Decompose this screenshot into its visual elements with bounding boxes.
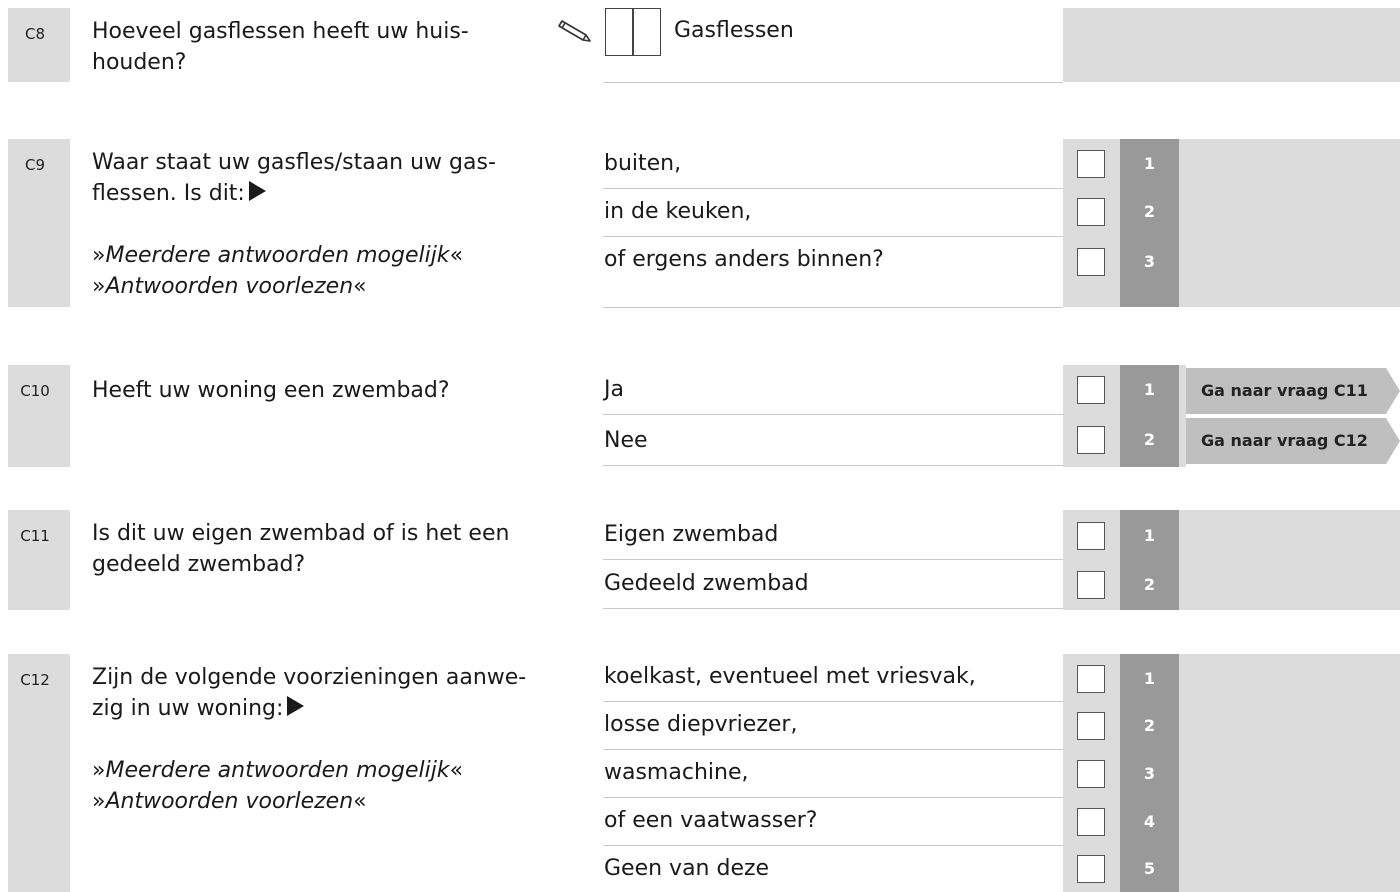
question-text-line: Waar staat uw gasfles/staan uw gas-: [92, 150, 496, 175]
answer-option: in de keuken,: [603, 189, 1063, 237]
question-number: C11: [8, 510, 70, 610]
answer-option: koelkast, eventueel met vriesvak,: [603, 654, 1063, 702]
answer-checkbox[interactable]: [1077, 376, 1105, 404]
interviewer-note: »Meerdere antwoorden mogelijk«: [92, 243, 464, 268]
answer-checkbox[interactable]: [1077, 665, 1105, 693]
play-arrow-icon: [248, 181, 266, 201]
answer-code: 3: [1143, 252, 1156, 271]
question-text-line: Heeft uw woning een zwembad?: [92, 378, 450, 403]
answer-option: Gedeeld zwembad: [603, 561, 1063, 609]
answer-code: 4: [1143, 812, 1156, 831]
coding-panel: [1063, 139, 1400, 307]
answer-checkbox[interactable]: [1077, 808, 1105, 836]
question-text-line: Is dit uw eigen zwembad of is het een: [92, 521, 510, 546]
answer-option: Geen van deze: [604, 856, 770, 881]
interviewer-note: »Antwoorden voorlezen«: [92, 274, 367, 299]
answer-code: 5: [1143, 859, 1156, 878]
answer-code: 2: [1143, 430, 1156, 449]
answer-option: of ergens anders binnen?: [603, 237, 1063, 308]
answer-checkbox[interactable]: [1077, 712, 1105, 740]
answer-option: Eigen zwembad: [603, 512, 1063, 560]
skip-route-label: Ga naar vraag C11: [1186, 368, 1400, 414]
interviewer-note: »Meerdere antwoorden mogelijk«: [92, 758, 464, 783]
count-input-boxes[interactable]: [605, 8, 661, 56]
question-text-line: gedeeld zwembad?: [92, 552, 306, 577]
question-text: Waar staat uw gasfles/staan uw gas- fles…: [92, 147, 562, 302]
answer-code: 1: [1143, 154, 1156, 173]
question-text-line: Zijn de volgende voorzieningen aanwe-: [92, 665, 527, 690]
answer-checkbox[interactable]: [1077, 198, 1105, 226]
answer-checkbox[interactable]: [1077, 855, 1105, 883]
question-number: C10: [8, 365, 70, 467]
question-number: C12: [8, 654, 70, 892]
coding-panel: [1063, 510, 1400, 610]
question-text-line: Hoeveel gasflessen heeft uw huis-: [92, 19, 469, 44]
answer-option: of een vaatwasser?: [603, 798, 1063, 846]
question-number: C8: [8, 8, 70, 82]
pencil-icon: [558, 20, 591, 42]
code-column: [1120, 510, 1179, 610]
answer-option: buiten,: [603, 141, 1063, 189]
answer-code: 1: [1143, 526, 1156, 545]
answer-option: losse diepvriezer,: [603, 702, 1063, 750]
answer-code: 1: [1143, 380, 1156, 399]
answer-code: 3: [1143, 764, 1156, 783]
interviewer-note: »Antwoorden voorlezen«: [92, 789, 367, 814]
question-text: Heeft uw woning een zwembad?: [92, 375, 562, 406]
answer-code: 2: [1143, 575, 1156, 594]
answer-option: wasmachine,: [603, 750, 1063, 798]
unit-label: Gasflessen: [674, 18, 794, 43]
divider: [603, 82, 1063, 83]
question-text-line: flessen. Is dit:: [92, 181, 245, 206]
coding-panel: [1063, 8, 1400, 82]
answer-code: 2: [1143, 202, 1156, 221]
skip-route-label: Ga naar vraag C12: [1186, 418, 1400, 464]
question-text: Zijn de volgende voorzieningen aanwe- zi…: [92, 662, 562, 817]
question-text-line: zig in uw woning:: [92, 696, 284, 721]
question-text: Is dit uw eigen zwembad of is het een ge…: [92, 518, 562, 580]
answer-option: Nee: [603, 418, 1063, 466]
answer-checkbox[interactable]: [1077, 248, 1105, 276]
question-text: Hoeveel gasflessen heeft uw huis- houden…: [92, 16, 562, 78]
answer-code: 2: [1143, 716, 1156, 735]
answer-checkbox[interactable]: [1077, 571, 1105, 599]
question-text-line: houden?: [92, 50, 187, 75]
answer-option: Ja: [603, 367, 1063, 415]
answer-checkbox[interactable]: [1077, 426, 1105, 454]
question-number: C9: [8, 139, 70, 307]
play-arrow-icon: [287, 696, 305, 716]
answer-checkbox[interactable]: [1077, 760, 1105, 788]
answer-checkbox[interactable]: [1077, 522, 1105, 550]
answer-code: 1: [1143, 669, 1156, 688]
coding-panel: [1063, 654, 1400, 892]
answer-checkbox[interactable]: [1077, 150, 1105, 178]
